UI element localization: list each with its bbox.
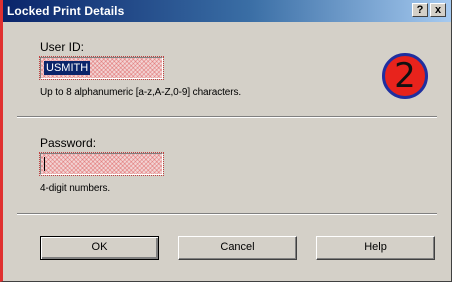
locked-print-details-dialog: Locked Print Details ? x User ID: USMITH… bbox=[0, 0, 452, 282]
help-button[interactable]: Help bbox=[316, 236, 435, 260]
user-id-label: User ID: bbox=[40, 40, 85, 54]
close-icon[interactable]: x bbox=[430, 3, 446, 17]
password-input[interactable] bbox=[39, 152, 164, 176]
password-label: Password: bbox=[40, 136, 97, 150]
user-id-input[interactable]: USMITH bbox=[39, 56, 164, 80]
title-bar[interactable]: Locked Print Details ? x bbox=[3, 0, 451, 22]
cancel-button[interactable]: Cancel bbox=[178, 236, 297, 260]
separator bbox=[17, 213, 437, 215]
window-title: Locked Print Details bbox=[7, 4, 125, 18]
text-caret bbox=[44, 157, 45, 171]
ok-button[interactable]: OK bbox=[40, 236, 159, 260]
help-icon[interactable]: ? bbox=[412, 3, 428, 17]
password-hint: 4-digit numbers. bbox=[40, 183, 111, 194]
step-number-badge: 2 bbox=[382, 53, 428, 99]
user-id-hint: Up to 8 alphanumeric [a-z,A-Z,0-9] chara… bbox=[40, 87, 242, 98]
separator bbox=[17, 116, 437, 118]
user-id-value: USMITH bbox=[44, 61, 91, 75]
